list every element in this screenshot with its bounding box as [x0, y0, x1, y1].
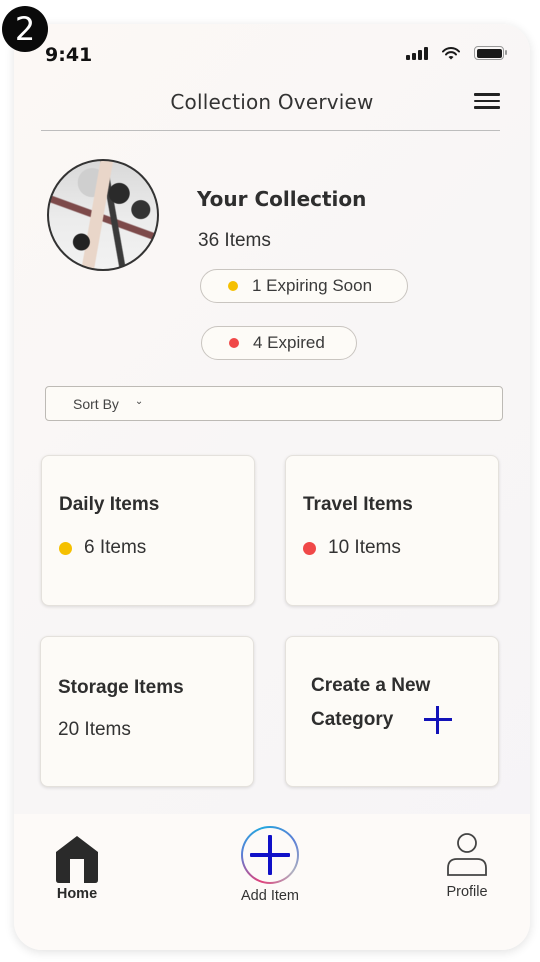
category-title: Storage Items [58, 677, 184, 698]
category-count: 10 Items [303, 537, 401, 559]
status-bar: 9:41 [14, 24, 530, 84]
category-title: Daily Items [59, 494, 160, 515]
create-category-card[interactable]: Create a New Category [285, 636, 499, 787]
create-category-label-line2: Category [311, 709, 394, 730]
signal-icon [406, 46, 428, 60]
category-count-label: 10 Items [328, 537, 401, 558]
category-count: 6 Items [59, 537, 146, 559]
category-count-label: 20 Items [58, 719, 131, 740]
status-icons [406, 46, 507, 60]
category-count-label: 6 Items [84, 537, 147, 558]
page-title: Collection Overview [170, 90, 374, 114]
nav-home-label: Home [56, 886, 98, 902]
app-header: Collection Overview [14, 84, 530, 132]
category-count: 20 Items [58, 719, 131, 741]
expiring-soon-label: 1 Expiring Soon [252, 276, 373, 295]
nav-add-item-label: Add Item [240, 888, 300, 904]
header-divider [41, 130, 500, 131]
sort-by-dropdown[interactable]: Sort By ⌄ [45, 386, 503, 421]
nav-home[interactable]: Home [44, 834, 110, 902]
bottom-navigation: Home Add Item Profile [14, 814, 530, 950]
battery-icon [474, 46, 507, 60]
nav-add-item[interactable]: Add Item [225, 826, 315, 904]
category-card-daily-items[interactable]: Daily Items 6 Items [41, 455, 255, 606]
yellow-dot-icon [59, 541, 72, 555]
status-time: 9:41 [45, 44, 93, 66]
collection-count: 36 Items [198, 230, 271, 251]
add-circle-icon [241, 826, 299, 884]
create-category-label-line1: Create a New [311, 675, 431, 696]
sort-by-label: Sort By [73, 395, 119, 412]
collection-photo [47, 159, 159, 271]
category-card-storage-items[interactable]: Storage Items 20 Items [40, 636, 254, 787]
category-title: Travel Items [303, 494, 413, 515]
phone-screen: 9:41 Collection Overview Your Collection… [14, 24, 530, 950]
expired-label: 4 Expired [253, 333, 325, 352]
step-number-badge: 2 [2, 6, 48, 52]
profile-icon [447, 833, 487, 876]
chevron-down-icon: ⌄ [134, 396, 144, 407]
yellow-dot-icon [228, 281, 238, 291]
red-dot-icon [303, 541, 316, 555]
expiring-soon-badge[interactable]: 1 Expiring Soon [200, 269, 408, 303]
category-card-travel-items[interactable]: Travel Items 10 Items [285, 455, 499, 606]
hamburger-menu-icon[interactable] [474, 90, 500, 112]
plus-icon [424, 706, 452, 734]
home-icon [56, 836, 98, 883]
red-dot-icon [229, 338, 239, 348]
nav-profile[interactable]: Profile [432, 832, 502, 900]
wifi-icon [442, 46, 460, 59]
expired-badge[interactable]: 4 Expired [201, 326, 357, 360]
collection-title: Your Collection [197, 187, 367, 211]
nav-profile-label: Profile [446, 884, 488, 900]
